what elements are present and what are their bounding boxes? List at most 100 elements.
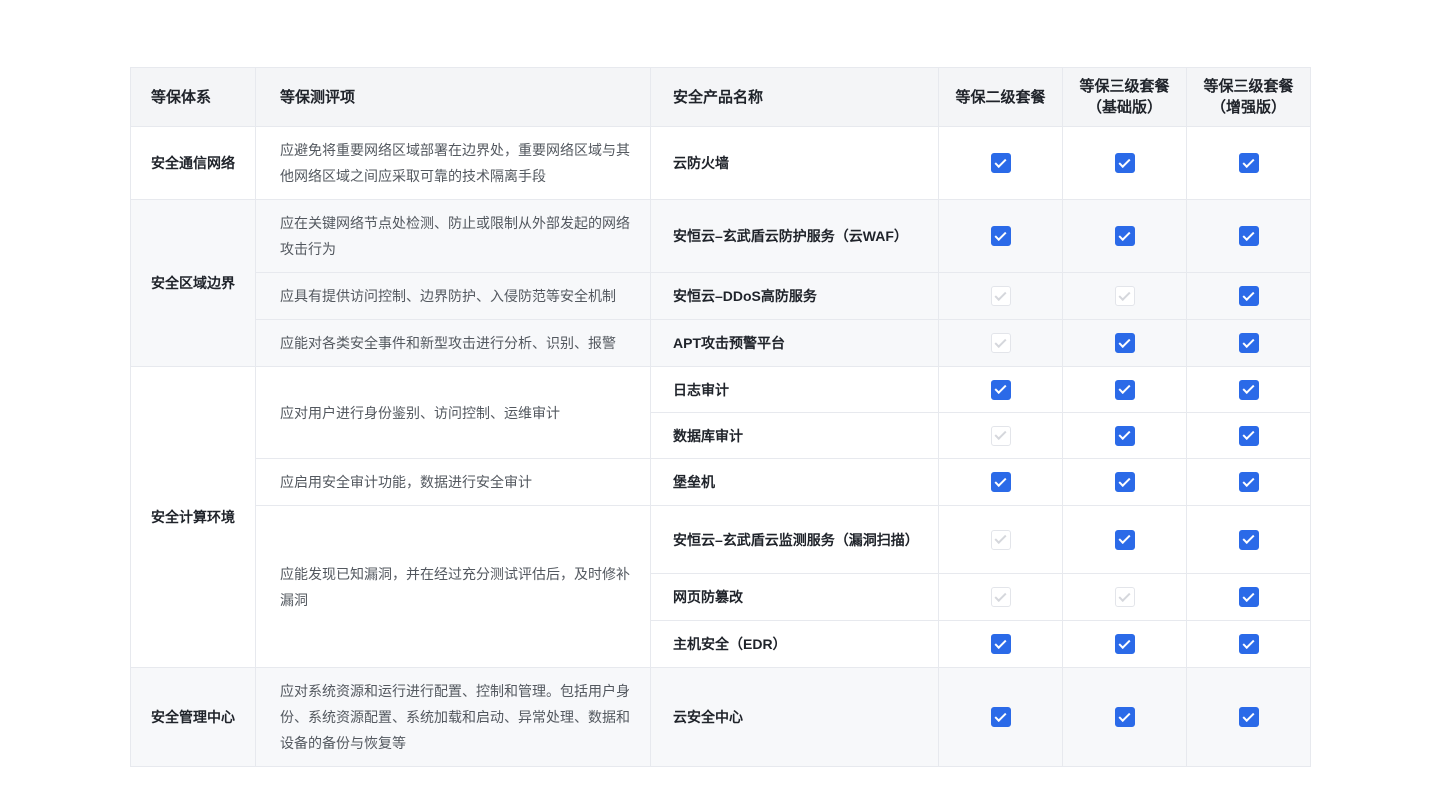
product-cell: 数据库审计 (651, 413, 939, 459)
check-icon (1118, 532, 1130, 544)
package-cell (1063, 506, 1187, 574)
package-checkbox[interactable] (991, 380, 1011, 400)
check-icon (1118, 474, 1130, 486)
package-checkbox[interactable] (1115, 634, 1135, 654)
product-cell: 日志审计 (651, 367, 939, 413)
package-cell (1187, 127, 1311, 200)
header-package-level2: 等保二级套餐 (939, 68, 1063, 127)
check-icon (1118, 335, 1130, 347)
product-cell: 堡垒机 (651, 459, 939, 506)
table-row: 应能对各类安全事件和新型攻击进行分析、识别、报警 APT攻击预警平台 (131, 320, 1311, 367)
package-checkbox[interactable] (991, 333, 1011, 353)
check-icon (1118, 228, 1130, 240)
table-row: 应启用安全审计功能，数据进行安全审计 堡垒机 (131, 459, 1311, 506)
package-checkbox[interactable] (1239, 634, 1259, 654)
check-icon (1242, 228, 1254, 240)
package-cell (1187, 320, 1311, 367)
package-cell (939, 273, 1063, 320)
package-checkbox[interactable] (1239, 286, 1259, 306)
check-icon (1242, 474, 1254, 486)
package-checkbox[interactable] (1239, 426, 1259, 446)
table-row: 应具有提供访问控制、边界防护、入侵防范等安全机制 安恒云–DDoS高防服务 (131, 273, 1311, 320)
package-checkbox[interactable] (1115, 707, 1135, 727)
package-checkbox[interactable] (1115, 587, 1135, 607)
package-checkbox[interactable] (991, 153, 1011, 173)
package-cell (1063, 367, 1187, 413)
check-icon (994, 709, 1006, 721)
package-checkbox[interactable] (991, 587, 1011, 607)
package-checkbox[interactable] (1115, 380, 1135, 400)
product-cell: 云防火墙 (651, 127, 939, 200)
check-icon (994, 228, 1006, 240)
package-cell (1187, 200, 1311, 273)
package-cell (939, 506, 1063, 574)
package-checkbox[interactable] (991, 472, 1011, 492)
package-checkbox[interactable] (991, 286, 1011, 306)
check-icon (1118, 589, 1130, 601)
compliance-package-table: 等保体系 等保测评项 安全产品名称 等保二级套餐 等保三级套餐（基础版） 等保三… (130, 67, 1311, 767)
check-icon (1242, 589, 1254, 601)
package-cell (939, 367, 1063, 413)
table-row: 应能发现已知漏洞，并在经过充分测试评估后，及时修补漏洞 安恒云–玄武盾云监测服务… (131, 506, 1311, 574)
package-cell (1187, 506, 1311, 574)
package-checkbox[interactable] (1239, 472, 1259, 492)
package-checkbox[interactable] (1115, 286, 1135, 306)
package-cell (1187, 459, 1311, 506)
package-cell (1063, 459, 1187, 506)
check-icon (1118, 288, 1130, 300)
package-checkbox[interactable] (991, 634, 1011, 654)
package-cell (1063, 320, 1187, 367)
package-cell (939, 320, 1063, 367)
check-icon (1242, 382, 1254, 394)
item-cell: 应启用安全审计功能，数据进行安全审计 (256, 459, 651, 506)
product-cell: APT攻击预警平台 (651, 320, 939, 367)
package-checkbox[interactable] (1239, 226, 1259, 246)
package-checkbox[interactable] (1115, 472, 1135, 492)
package-cell (1063, 127, 1187, 200)
header-row: 等保体系 等保测评项 安全产品名称 等保二级套餐 等保三级套餐（基础版） 等保三… (131, 68, 1311, 127)
page: 等保体系 等保测评项 安全产品名称 等保二级套餐 等保三级套餐（基础版） 等保三… (0, 0, 1440, 810)
product-cell: 安恒云–玄武盾云防护服务（云WAF） (651, 200, 939, 273)
check-icon (994, 474, 1006, 486)
package-checkbox[interactable] (1239, 530, 1259, 550)
item-cell: 应在关键网络节点处检测、防止或限制从外部发起的网络攻击行为 (256, 200, 651, 273)
package-checkbox[interactable] (1115, 153, 1135, 173)
package-cell (1063, 273, 1187, 320)
package-checkbox[interactable] (1115, 426, 1135, 446)
table-row: 安全计算环境 应对用户进行身份鉴别、访问控制、运维审计 日志审计 (131, 367, 1311, 413)
package-cell (1187, 574, 1311, 621)
package-checkbox[interactable] (991, 226, 1011, 246)
package-checkbox[interactable] (1115, 226, 1135, 246)
package-checkbox[interactable] (991, 530, 1011, 550)
package-cell (939, 200, 1063, 273)
header-product: 安全产品名称 (651, 68, 939, 127)
header-system: 等保体系 (131, 68, 256, 127)
check-icon (994, 589, 1006, 601)
package-checkbox[interactable] (1239, 153, 1259, 173)
product-cell: 安恒云–DDoS高防服务 (651, 273, 939, 320)
item-cell: 应具有提供访问控制、边界防护、入侵防范等安全机制 (256, 273, 651, 320)
product-cell: 主机安全（EDR） (651, 621, 939, 668)
check-icon (1118, 709, 1130, 721)
product-cell: 安恒云–玄武盾云监测服务（漏洞扫描） (651, 506, 939, 574)
package-checkbox[interactable] (1115, 530, 1135, 550)
package-checkbox[interactable] (1239, 380, 1259, 400)
check-icon (994, 155, 1006, 167)
system-cell: 安全区域边界 (131, 200, 256, 367)
check-icon (1118, 382, 1130, 394)
package-cell (1063, 621, 1187, 668)
check-icon (1242, 335, 1254, 347)
package-checkbox[interactable] (991, 707, 1011, 727)
package-checkbox[interactable] (1115, 333, 1135, 353)
check-icon (1242, 709, 1254, 721)
package-cell (1187, 367, 1311, 413)
package-checkbox[interactable] (1239, 707, 1259, 727)
check-icon (994, 532, 1006, 544)
package-checkbox[interactable] (1239, 333, 1259, 353)
check-icon (1242, 636, 1254, 648)
package-checkbox[interactable] (1239, 587, 1259, 607)
table-row: 安全管理中心 应对系统资源和运行进行配置、控制和管理。包括用户身份、系统资源配置… (131, 668, 1311, 767)
package-checkbox[interactable] (991, 426, 1011, 446)
package-cell (1187, 413, 1311, 459)
package-cell (1187, 621, 1311, 668)
